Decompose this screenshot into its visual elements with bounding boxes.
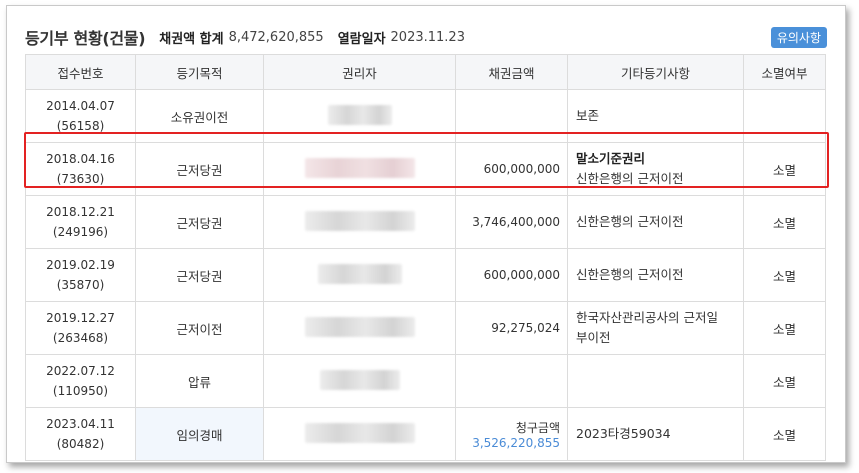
- receipt-cell: 2019.02.19 (35870): [25, 248, 136, 302]
- column-header-purpose: 등기목적: [135, 54, 264, 90]
- purpose-cell: 임의경매: [135, 407, 264, 461]
- redacted-right-holder: [319, 369, 400, 390]
- redacted-right-holder: [304, 422, 415, 443]
- status-cell: 소멸: [743, 248, 826, 302]
- table-row: 2023.04.11 (80482) 임의경매 청구금액 3,526,220,855…: [25, 407, 826, 461]
- base-right-label: 말소기준권리: [576, 151, 646, 166]
- amount-cell: 3,746,400,000: [455, 195, 568, 249]
- other-sub: 신한은행의 근저이전: [576, 171, 684, 186]
- other-cell: 신한은행의 근저이전: [567, 248, 744, 302]
- total-amount-label: 채권액 합계: [159, 31, 224, 47]
- receipt-number: (56158): [56, 119, 105, 133]
- redacted-right-holder: [317, 263, 402, 284]
- purpose-cell: 근저이전: [135, 301, 264, 355]
- redacted-right-holder: [304, 316, 415, 337]
- other-main: 신한은행의 근저이전: [576, 214, 684, 229]
- status-cell: [743, 89, 826, 143]
- other-cell: 신한은행의 근저이전: [567, 195, 744, 249]
- other-sub: 부이전: [576, 330, 611, 345]
- right-holder-cell: [263, 301, 456, 355]
- column-header-right-holder: 권리자: [263, 54, 456, 90]
- receipt-cell: 2014.04.07 (56158): [25, 89, 136, 143]
- notice-button[interactable]: 유의사항: [770, 27, 827, 48]
- table-row: 2018.12.21 (249196) 근저당권 3,746,400,000 신한…: [25, 195, 826, 249]
- table-header-row: 접수번호 등기목적 권리자 채권금액 기타등기사항 소멸여부: [25, 54, 826, 90]
- purpose-cell: 압류: [135, 354, 264, 408]
- receipt-date: 2023.04.11: [46, 417, 115, 431]
- other-cell: 한국자산관리공사의 근저일부이전: [567, 301, 744, 355]
- purpose-cell: 소유권이전: [135, 89, 264, 143]
- receipt-cell: 2018.04.16 (73630): [25, 142, 136, 196]
- other-cell: [567, 354, 744, 408]
- receipt-date: 2019.02.19: [46, 258, 115, 272]
- receipt-number: (80482): [56, 437, 105, 451]
- status-cell: 소멸: [743, 354, 826, 408]
- right-holder-cell: [263, 89, 456, 143]
- panel-header: 등기부 현황(건물) 채권액 합계 8,472,620,855 열람일자 202…: [25, 22, 827, 52]
- table-row: 2014.04.07 (56158) 소유권이전 보존: [25, 89, 826, 143]
- amount-cell: 92,275,024: [455, 301, 568, 355]
- page-title: 등기부 현황(건물): [25, 29, 146, 48]
- redacted-right-holder: [327, 104, 392, 125]
- table-row: 2022.07.12 (110950) 압류 소멸: [25, 354, 826, 408]
- other-main: 한국자산관리공사의 근저일: [576, 310, 718, 325]
- other-cell: 2023타경59034: [567, 407, 744, 461]
- receipt-number: (110950): [52, 384, 109, 398]
- right-holder-cell: [263, 195, 456, 249]
- view-date-value: 2023.11.23: [390, 29, 465, 45]
- claim-amount-link[interactable]: 3,526,220,855: [457, 436, 560, 450]
- receipt-number: (73630): [56, 172, 105, 186]
- right-holder-cell: [263, 248, 456, 302]
- right-holder-cell: [263, 407, 456, 461]
- view-date-label: 열람일자: [337, 31, 386, 47]
- receipt-cell: 2018.12.21 (249196): [25, 195, 136, 249]
- amount-cell: [455, 354, 568, 408]
- table-row: 2019.02.19 (35870) 근저당권 600,000,000 신한은행의…: [25, 248, 826, 302]
- amount-cell: 청구금액 3,526,220,855: [455, 407, 568, 461]
- right-holder-cell: [263, 354, 456, 408]
- redacted-right-holder: [304, 157, 415, 178]
- status-cell: 소멸: [743, 301, 826, 355]
- receipt-date: 2019.12.27: [46, 311, 115, 325]
- status-cell: 소멸: [743, 407, 826, 461]
- other-main: 신한은행의 근저이전: [576, 267, 684, 282]
- table-row: 2019.12.27 (263468) 근저이전 92,275,024 한국자산관…: [25, 301, 826, 355]
- column-header-extinction: 소멸여부: [743, 54, 826, 90]
- purpose-cell: 근저당권: [135, 248, 264, 302]
- other-cell: 보존: [567, 89, 744, 143]
- receipt-date: 2018.04.16: [46, 152, 115, 166]
- amount-cell: 600,000,000: [455, 142, 568, 196]
- receipt-cell: 2023.04.11 (80482): [25, 407, 136, 461]
- column-header-claim-amount: 채권금액: [455, 54, 568, 90]
- receipt-number: (249196): [52, 225, 109, 239]
- status-cell: 소멸: [743, 142, 826, 196]
- registry-table: 접수번호 등기목적 권리자 채권금액 기타등기사항 소멸여부 2014.04.0…: [25, 54, 826, 461]
- registry-panel: 등기부 현황(건물) 채권액 합계 8,472,620,855 열람일자 202…: [6, 5, 846, 463]
- receipt-cell: 2019.12.27 (263468): [25, 301, 136, 355]
- other-cell: 말소기준권리신한은행의 근저이전: [567, 142, 744, 196]
- purpose-cell: 근저당권: [135, 142, 264, 196]
- status-cell: 소멸: [743, 195, 826, 249]
- right-holder-cell: [263, 142, 456, 196]
- redacted-right-holder: [304, 210, 415, 231]
- receipt-date: 2018.12.21: [46, 205, 115, 219]
- receipt-date: 2014.04.07: [46, 99, 115, 113]
- column-header-receipt-number: 접수번호: [25, 54, 136, 90]
- receipt-date: 2022.07.12: [46, 364, 115, 378]
- table-row: 2018.04.16 (73630) 근저당권 600,000,000 말소기준권…: [25, 142, 826, 196]
- amount-cell: [455, 89, 568, 143]
- claim-amount-label: 청구금액: [515, 420, 560, 435]
- column-header-other-matters: 기타등기사항: [567, 54, 744, 90]
- total-amount-value: 8,472,620,855: [228, 29, 324, 45]
- purpose-cell: 근저당권: [135, 195, 264, 249]
- other-main: 보존: [576, 108, 600, 123]
- amount-cell: 600,000,000: [455, 248, 568, 302]
- receipt-cell: 2022.07.12 (110950): [25, 354, 136, 408]
- receipt-number: (263468): [52, 331, 109, 345]
- receipt-number: (35870): [56, 278, 105, 292]
